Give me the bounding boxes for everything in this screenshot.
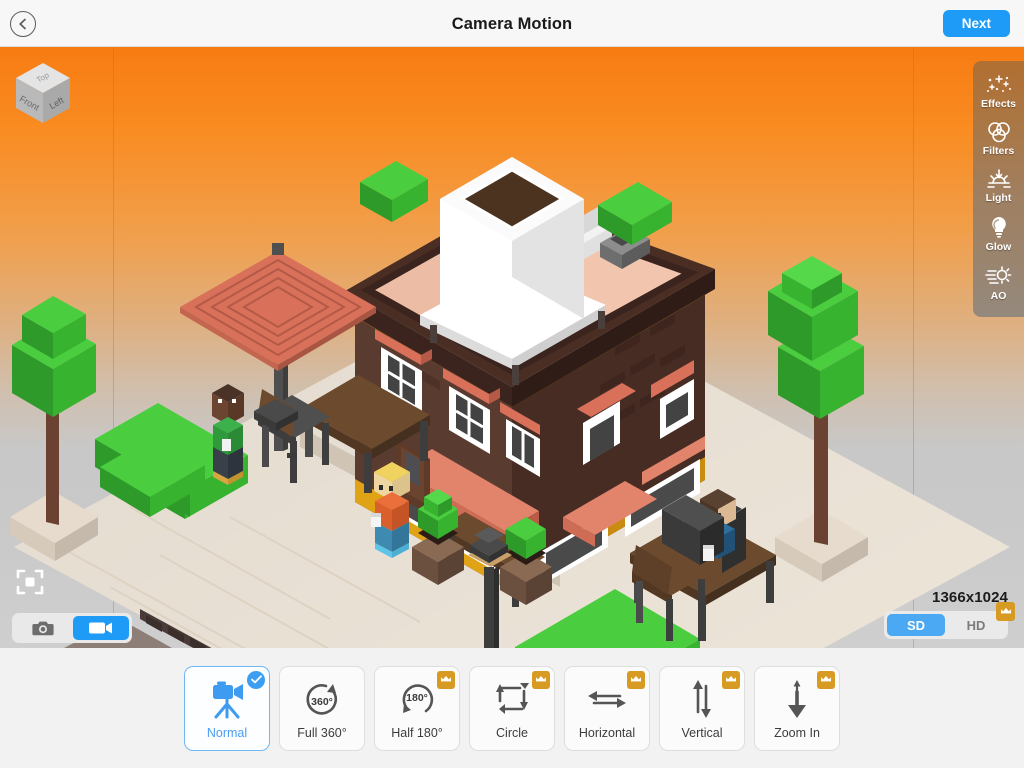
tool-label: Glow — [985, 241, 1012, 253]
tool-effects[interactable]: Effects — [973, 70, 1024, 115]
character-orange-shirt — [371, 462, 410, 558]
crown-icon — [1000, 607, 1011, 615]
crown-icon — [821, 675, 831, 683]
render-viewport[interactable]: Top Front Left Effects Filters Light Glo… — [0, 47, 1024, 648]
fullscreen-expand-icon — [16, 569, 44, 595]
effects-panel: Effects Filters Light Glow AO — [973, 61, 1024, 317]
camera-icon — [32, 621, 54, 636]
next-button[interactable]: Next — [942, 10, 1010, 37]
ambient-occlusion-icon — [984, 266, 1011, 284]
motion-label: Vertical — [681, 725, 723, 740]
motion-label: Zoom In — [774, 725, 820, 740]
voxel-scene — [10, 157, 1010, 648]
camera-motion-bar: Normal 360° Full 360° 180° Half 180° Cir… — [0, 648, 1024, 768]
motion-option-zoom-in[interactable]: Zoom In — [754, 665, 840, 751]
tool-filters[interactable]: Filters — [973, 117, 1024, 162]
crown-icon — [631, 675, 641, 683]
premium-crown-badge — [437, 670, 455, 689]
character-green-shirt — [212, 384, 244, 485]
video-mode-button[interactable] — [73, 616, 129, 640]
color-circles-icon — [987, 122, 1010, 143]
capture-mode-toggle[interactable] — [12, 613, 132, 643]
resolution-block: 1366x1024 SD HD — [884, 589, 1015, 639]
rotate-360-icon: 360° — [300, 677, 344, 723]
svg-text:360°: 360° — [311, 696, 333, 708]
tool-light[interactable]: Light — [973, 164, 1024, 209]
circle-arrows-icon — [490, 677, 534, 723]
fullscreen-button[interactable] — [14, 566, 46, 598]
tool-label: Effects — [980, 98, 1016, 110]
resolution-label: 1366x1024 — [932, 589, 1008, 606]
motion-label: Circle — [496, 725, 528, 740]
tree-left — [10, 296, 98, 561]
premium-crown-badge-hd — [996, 602, 1015, 621]
orientation-cube[interactable]: Top Front Left — [12, 59, 74, 131]
crown-icon — [441, 675, 451, 683]
svg-text:180°: 180° — [406, 692, 428, 704]
tool-ao[interactable]: AO — [973, 260, 1024, 307]
motion-label: Half 180° — [391, 725, 443, 740]
tool-glow[interactable]: Glow — [973, 211, 1024, 258]
tool-label: AO — [990, 290, 1007, 302]
motion-label: Horizontal — [578, 725, 636, 740]
motion-option-vertical[interactable]: Vertical — [659, 665, 745, 751]
crown-icon — [726, 675, 736, 683]
motion-option-full-360[interactable]: 360° Full 360° — [279, 665, 365, 751]
motion-option-circle[interactable]: Circle — [469, 665, 555, 751]
horizontal-arrows-icon — [584, 677, 630, 723]
zoom-in-arrow-icon — [775, 677, 819, 723]
check-icon — [250, 675, 262, 684]
tree-right — [768, 256, 868, 582]
page-title: Camera Motion — [451, 15, 573, 33]
sparkles-icon — [986, 75, 1011, 92]
vertical-arrows-icon — [680, 677, 724, 723]
motion-option-normal[interactable]: Normal — [184, 665, 270, 751]
top-bar: Camera Motion Next — [0, 0, 1024, 47]
motion-label: Normal — [206, 725, 248, 740]
rotate-180-icon: 180° — [395, 677, 439, 723]
premium-crown-badge — [627, 670, 645, 689]
quality-toggle[interactable]: SD HD — [884, 602, 1015, 639]
quality-sd-button[interactable]: SD — [887, 614, 945, 636]
crown-icon — [536, 675, 546, 683]
motion-label: Full 360° — [297, 725, 347, 740]
lightbulb-icon — [991, 217, 1006, 238]
tool-label: Light — [985, 192, 1012, 204]
tool-label: Filters — [982, 145, 1015, 157]
motion-option-half-180[interactable]: 180° Half 180° — [374, 665, 460, 751]
premium-crown-badge — [722, 670, 740, 689]
video-tripod-icon — [205, 677, 249, 723]
roof-hedge-left — [360, 161, 428, 222]
selected-check-badge — [247, 670, 265, 689]
video-camera-icon — [89, 622, 112, 634]
premium-crown-badge — [532, 670, 550, 689]
sun-rays-icon — [986, 169, 1011, 188]
premium-crown-badge — [817, 670, 835, 689]
motion-option-horizontal[interactable]: Horizontal — [564, 665, 650, 751]
photo-mode-button[interactable] — [15, 616, 71, 640]
